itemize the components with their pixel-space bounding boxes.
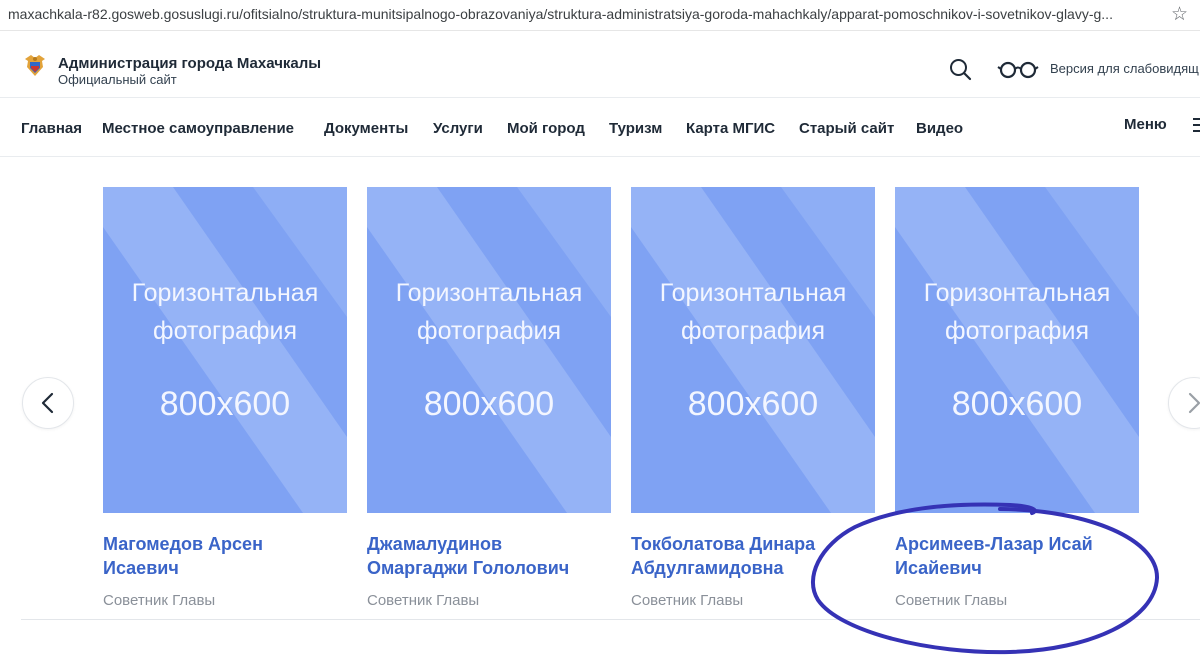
nav-item-old-site[interactable]: Старый сайт [799, 120, 894, 137]
photo-placeholder-label: Горизонтальная [131, 279, 319, 307]
hamburger-icon[interactable] [1193, 118, 1200, 132]
photo-placeholder-dimensions: 800x600 [423, 385, 555, 423]
card-name-line[interactable]: Омаргаджи Гололович [367, 556, 617, 580]
section-divider [21, 619, 1200, 620]
coat-of-arms-logo[interactable] [21, 51, 49, 79]
photo-stripe-pattern [367, 187, 611, 513]
card-person-role: Советник Главы [103, 592, 216, 609]
menu-button[interactable]: Меню [1124, 116, 1167, 133]
chevron-left-icon [41, 392, 54, 414]
photo-placeholder-label: фотография [945, 317, 1089, 345]
card-person-name[interactable]: Токболатова Динара Абдулгамидовна [631, 532, 881, 580]
nav-item-documents[interactable]: Документы [324, 120, 408, 137]
site-title[interactable]: Администрация города Махачкалы [58, 55, 321, 72]
carousel-prev-button[interactable] [22, 377, 74, 429]
card-name-line[interactable]: Арсимеев-Лазар Исай [895, 532, 1145, 556]
photo-placeholder-dimensions: 800x600 [951, 385, 1083, 423]
card-photo-placeholder[interactable]: Горизонтальная фотография 800x600 [895, 187, 1139, 513]
card-name-line[interactable]: Исайевич [895, 556, 1145, 580]
nav-item-local-government[interactable]: Местное самоуправление [102, 120, 294, 137]
photo-placeholder-label: фотография [417, 317, 561, 345]
card-photo-placeholder[interactable]: Горизонтальная фотография 800x600 [631, 187, 875, 513]
search-icon[interactable] [948, 57, 972, 81]
card-photo-placeholder[interactable]: Горизонтальная фотография 800x600 [103, 187, 347, 513]
photo-placeholder-label: фотография [153, 317, 297, 345]
main-navigation: Главная Местное самоуправление Документы… [0, 98, 1200, 157]
photo-stripe-pattern [103, 187, 347, 513]
nav-item-my-city[interactable]: Мой город [507, 120, 585, 137]
browser-address-bar[interactable]: maxachkala-r82.gosweb.gosuslugi.ru/ofits… [0, 0, 1200, 31]
card-person-role: Советник Главы [367, 592, 480, 609]
accessibility-version-link[interactable]: Версия для слабовидящ [1050, 61, 1199, 76]
card-name-line[interactable]: Токболатова Динара [631, 532, 881, 556]
card-name-line[interactable]: Джамалудинов [367, 532, 617, 556]
photo-stripe-pattern [631, 187, 875, 513]
card-name-line[interactable]: Абдулгамидовна [631, 556, 881, 580]
card-person-name[interactable]: Магомедов Арсен Исаевич [103, 532, 353, 580]
card-person-name[interactable]: Джамалудинов Омаргаджи Гололович [367, 532, 617, 580]
carousel-next-button[interactable] [1168, 377, 1200, 429]
photo-placeholder-label: Горизонтальная [923, 279, 1111, 307]
chevron-right-icon [1188, 392, 1200, 414]
card-person-name[interactable]: Арсимеев-Лазар Исай Исайевич [895, 532, 1145, 580]
card-person-role: Советник Главы [631, 592, 744, 609]
photo-placeholder-label: фотография [681, 317, 825, 345]
nav-item-home[interactable]: Главная [21, 120, 82, 137]
site-header: Администрация города Махачкалы Официальн… [0, 31, 1200, 98]
photo-placeholder-dimensions: 800x600 [687, 385, 819, 423]
photo-stripe-pattern [895, 187, 1139, 513]
url-text[interactable]: maxachkala-r82.gosweb.gosuslugi.ru/ofits… [8, 6, 1148, 22]
nav-item-video[interactable]: Видео [916, 120, 963, 137]
card-person-role: Советник Главы [895, 592, 1008, 609]
photo-placeholder-label: Горизонтальная [659, 279, 847, 307]
nav-item-services[interactable]: Услуги [433, 120, 483, 137]
star-icon[interactable]: ☆ [1171, 3, 1188, 26]
card-name-line[interactable]: Магомедов Арсен [103, 532, 353, 556]
site-subtitle: Официальный сайт [58, 72, 177, 87]
nav-item-map-mgis[interactable]: Карта МГИС [686, 120, 775, 137]
glasses-icon[interactable] [997, 58, 1039, 80]
nav-item-tourism[interactable]: Туризм [609, 120, 662, 137]
photo-placeholder-dimensions: 800x600 [159, 385, 291, 423]
card-photo-placeholder[interactable]: Горизонтальная фотография 800x600 [367, 187, 611, 513]
photo-placeholder-label: Горизонтальная [395, 279, 583, 307]
card-name-line[interactable]: Исаевич [103, 556, 353, 580]
